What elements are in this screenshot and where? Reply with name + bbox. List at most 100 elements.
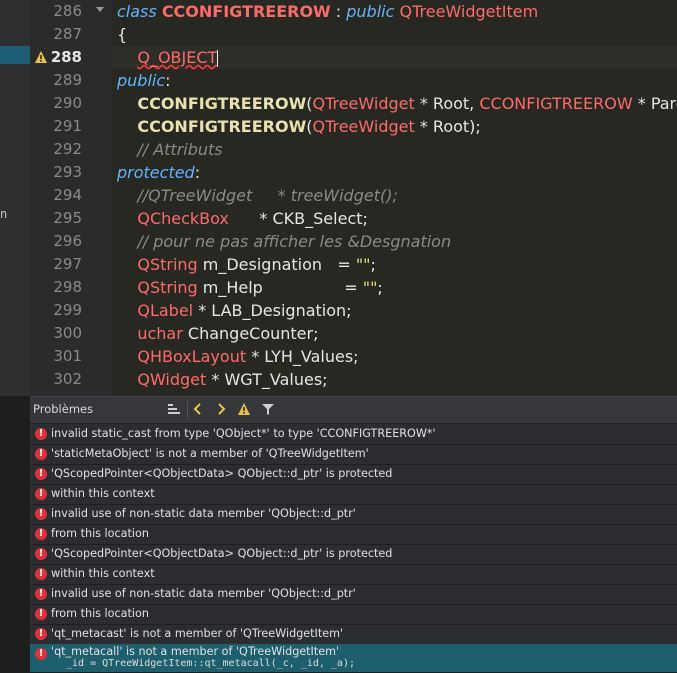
error-icon: ! (35, 608, 47, 620)
code-text: QHBoxLayout * LYH_Values; (137, 347, 359, 366)
code-text: QString m_Designation = ""; (137, 255, 376, 274)
code-line[interactable]: public: (112, 69, 677, 92)
line-number-row: 301 (30, 345, 88, 368)
error-icon: ! (35, 488, 47, 500)
problems-panel: Problèmes ! invalid static_cast from type… (30, 396, 677, 673)
fold-margin (88, 0, 113, 396)
line-number: 287 (53, 25, 82, 43)
issue-row[interactable]: ! from this location (30, 604, 677, 625)
issue-text: from this location (51, 527, 149, 540)
code-text: public: (117, 71, 171, 90)
code-text: QWidget * WGT_Values; (137, 370, 328, 389)
line-number: 291 (53, 117, 82, 135)
line-number: 300 (53, 324, 82, 342)
issue-row[interactable]: ! from this location (30, 524, 677, 545)
line-number-row: 300 (30, 322, 88, 345)
error-icon: ! (35, 548, 47, 560)
code-line[interactable]: // Attributs (112, 138, 677, 161)
issue-row[interactable]: ! 'qt_metacast' is not a member of 'QTree… (30, 624, 677, 645)
issue-row[interactable]: ! within this context (30, 484, 677, 505)
code-line[interactable]: QString m_Help = ""; (112, 276, 677, 299)
code-line[interactable]: QLabel * LAB_Designation; (112, 299, 677, 322)
line-number-gutter: 286 287 288 289 290 291 292 293 294 295 296 297 298 2… (30, 0, 88, 396)
code-text: QCheckBox * CKB_Select; (137, 209, 368, 228)
issue-row-selected[interactable]: ! 'qt_metacall' is not a member of 'QTree… (30, 644, 677, 673)
line-number-row: 287 (30, 23, 88, 46)
issue-text: invalid static_cast from type 'QObject*'… (51, 427, 436, 440)
error-icon: ! (35, 468, 47, 480)
issue-text: within this context (51, 567, 155, 580)
code-line[interactable]: class CCONFIGTREEROW : public QTreeWidge… (112, 0, 677, 23)
issue-row[interactable]: ! within this context (30, 564, 677, 585)
line-number: 298 (53, 278, 82, 296)
code-editor[interactable]: class CCONFIGTREEROW : public QTreeWidge… (112, 0, 677, 396)
line-number-row: 293 (30, 161, 88, 184)
line-number: 288 (50, 48, 82, 66)
code-line[interactable]: CCONFIGTREEROW(QTreeWidget * Root, CCONF… (112, 92, 677, 115)
issue-row[interactable]: ! 'QScopedPointer<QObjectData> QObject::d… (30, 544, 677, 565)
next-issue-icon[interactable] (213, 402, 229, 418)
code-line[interactable]: QCheckBox * CKB_Select; (112, 207, 677, 230)
code-text: // Attributs (137, 140, 223, 159)
code-line[interactable]: CCONFIGTREEROW(QTreeWidget * Root); (112, 115, 677, 138)
code-line[interactable]: Q_OBJECT (112, 46, 677, 69)
line-number-row: 294 (30, 184, 88, 207)
filter-build-icon[interactable] (166, 402, 182, 418)
line-number: 295 (53, 209, 82, 227)
issue-row[interactable]: ! invalid use of non-static data member '… (30, 504, 677, 525)
code-line[interactable]: QHBoxLayout * LYH_Values; (112, 345, 677, 368)
line-number: 292 (53, 140, 82, 158)
code-text: Q_OBJECT (137, 48, 219, 67)
issue-text: 'QScopedPointer<QObjectData> QObject::d_… (51, 547, 393, 560)
code-text: { (117, 25, 128, 44)
line-number-row: 288 (30, 46, 88, 69)
code-text: uchar ChangeCounter; (137, 324, 319, 343)
left-sidebar-strip: n (0, 0, 31, 396)
line-number: 301 (53, 347, 82, 365)
error-icon: ! (35, 588, 47, 600)
issue-text: from this location (51, 607, 149, 620)
code-line[interactable]: protected: (112, 161, 677, 184)
code-line[interactable]: { (112, 23, 677, 46)
issue-text: invalid use of non-static data member 'Q… (51, 587, 356, 600)
line-number: 296 (53, 232, 82, 250)
filter-icon[interactable] (260, 402, 276, 418)
issue-row[interactable]: ! 'QScopedPointer<QObjectData> QObject::d… (30, 464, 677, 485)
line-number-row: 291 (30, 115, 88, 138)
code-text: QLabel * LAB_Designation; (137, 301, 352, 320)
issue-text: invalid use of non-static data member 'Q… (51, 507, 356, 520)
toolbar-separator (187, 401, 188, 419)
line-number: 299 (53, 301, 82, 319)
line-number: 289 (53, 71, 82, 89)
line-number-row: 295 (30, 207, 88, 230)
issue-row[interactable]: ! 'staticMetaObject' is not a member of '… (30, 444, 677, 465)
line-number-row: 290 (30, 92, 88, 115)
line-number: 302 (53, 370, 82, 388)
code-text: QString m_Help = ""; (137, 278, 383, 297)
sidebar-selected-row[interactable] (0, 46, 30, 64)
line-number-row: 286 (30, 0, 88, 23)
code-line[interactable]: uchar ChangeCounter; (112, 322, 677, 345)
line-number-row: 289 (30, 69, 88, 92)
error-icon: ! (35, 428, 47, 440)
code-line[interactable]: // pour ne pas afficher les &Desgnation (112, 230, 677, 253)
line-number: 286 (53, 2, 82, 20)
code-line[interactable]: QWidget * WGT_Values; (112, 368, 677, 391)
issue-row[interactable]: ! invalid use of non-static data member '… (30, 584, 677, 605)
issue-text: within this context (51, 487, 155, 500)
code-text: CCONFIGTREEROW(QTreeWidget * Root, CCONF… (137, 94, 677, 113)
previous-issue-icon[interactable] (190, 402, 206, 418)
warning-filter-icon[interactable] (236, 402, 252, 418)
code-line[interactable]: QString m_Designation = ""; (112, 253, 677, 276)
issue-row[interactable]: ! invalid static_cast from type 'QObject*… (30, 424, 677, 445)
issue-detail: _id = QTreeWidgetItem::qt_metacall(_c, _… (66, 658, 355, 669)
issue-text: 'staticMetaObject' is not a member of 'Q… (51, 447, 369, 460)
fold-arrow-icon[interactable] (96, 7, 104, 12)
line-number-row: 292 (30, 138, 88, 161)
issue-text: 'QScopedPointer<QObjectData> QObject::d_… (51, 467, 393, 480)
code-text: protected: (117, 163, 201, 182)
code-line[interactable]: //QTreeWidget * treeWidget(); (112, 184, 677, 207)
line-number: 293 (53, 163, 82, 181)
line-number-row: 299 (30, 299, 88, 322)
code-text: //QTreeWidget * treeWidget(); (137, 186, 398, 205)
